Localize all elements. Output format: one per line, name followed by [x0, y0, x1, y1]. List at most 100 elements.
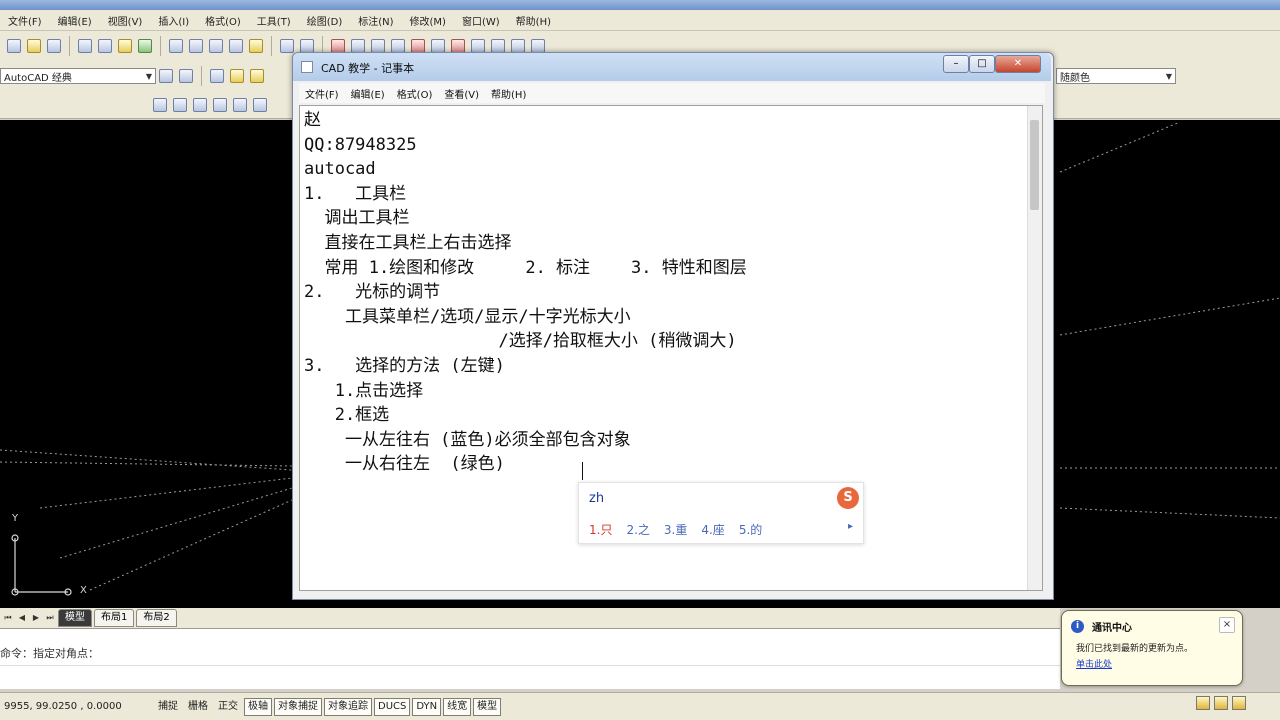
maximize-button[interactable]: □ [969, 55, 995, 73]
radius-dimension-icon[interactable] [233, 97, 247, 112]
acad-menu-edit[interactable]: 编辑(E) [50, 13, 100, 28]
sheet-set-icon[interactable] [471, 39, 485, 53]
workspace-settings-icon[interactable] [159, 69, 173, 83]
ucs-x-label: X [80, 585, 87, 596]
ime-candidate[interactable]: 3.重 [664, 521, 687, 538]
notepad-title-bar[interactable]: CAD 教学 - 记事本 – □ ✕ [293, 53, 1051, 81]
zoom-realtime-icon[interactable] [351, 39, 365, 53]
model-space-toggle[interactable]: 模型 [473, 697, 502, 716]
design-center-icon[interactable] [431, 39, 445, 53]
close-button[interactable]: ✕ [995, 55, 1041, 73]
ortho-toggle[interactable]: 正交 [214, 698, 242, 716]
acad-menu-tools[interactable]: 工具(T) [249, 13, 299, 28]
info-icon: i [1071, 620, 1084, 633]
grid-toggle[interactable]: 栅格 [184, 698, 212, 716]
balloon-message: 我们已找到最新的更新为点。 [1076, 644, 1194, 654]
close-icon[interactable]: × [1219, 617, 1235, 633]
notepad-menu-edit[interactable]: 编辑(E) [345, 86, 391, 101]
arc-length-icon[interactable] [193, 97, 207, 112]
drawing-line [1059, 121, 1181, 173]
redo-icon[interactable] [300, 39, 314, 53]
ucs-y-label: Y [12, 513, 19, 524]
match-properties-icon[interactable] [229, 39, 243, 53]
layer-freeze-icon[interactable] [250, 69, 264, 83]
vertical-scrollbar[interactable] [1027, 106, 1042, 590]
cut-icon[interactable] [169, 39, 183, 53]
tool-palettes-icon[interactable] [451, 39, 465, 53]
acad-menu-view[interactable]: 视图(V) [100, 13, 151, 28]
otrack-toggle[interactable]: 对象追踪 [324, 697, 372, 716]
osnap-toggle[interactable]: 对象捕捉 [274, 697, 322, 716]
workspace-save-icon[interactable] [179, 69, 193, 83]
save-icon[interactable] [47, 39, 61, 53]
chevron-down-icon: ▼ [1165, 71, 1172, 81]
open-file-icon[interactable] [27, 39, 41, 53]
ime-candidate-list: 1.只 2.之 3.重 4.座 5.的 [589, 521, 762, 538]
notepad-menu-file[interactable]: 文件(F) [299, 86, 345, 101]
lock-icon[interactable] [1214, 696, 1228, 710]
acad-menu-format[interactable]: 格式(O) [197, 13, 249, 28]
balloon-link[interactable]: 单击此处 [1076, 657, 1112, 670]
minimize-button[interactable]: – [943, 55, 969, 73]
zoom-previous-icon[interactable] [391, 39, 405, 53]
dyn-toggle[interactable]: DYN [412, 697, 442, 716]
acad-menu-help[interactable]: 帮助(H) [508, 13, 559, 28]
notepad-menu-view[interactable]: 查看(V) [438, 86, 485, 101]
balloon-title: 通讯中心 [1092, 623, 1132, 634]
command-input[interactable] [0, 665, 1060, 684]
copy-icon[interactable] [189, 39, 203, 53]
tab-layout2[interactable]: 布局2 [136, 609, 177, 627]
paste-icon[interactable] [209, 39, 223, 53]
ucs-icon [11, 534, 72, 596]
tab-layout1[interactable]: 布局1 [94, 609, 135, 627]
warning-icon[interactable] [1196, 696, 1210, 710]
help-icon[interactable] [531, 39, 545, 53]
acad-menu-file[interactable]: 文件(F) [0, 13, 50, 28]
tab-model[interactable]: 模型 [58, 609, 92, 627]
properties-icon[interactable] [411, 39, 425, 53]
lineweight-toggle[interactable]: 线宽 [443, 697, 472, 716]
acad-menu-insert[interactable]: 插入(I) [150, 13, 197, 28]
layer-manager-icon[interactable] [210, 69, 224, 83]
calculator-icon[interactable] [511, 39, 525, 53]
notepad-menu-help[interactable]: 帮助(H) [485, 86, 532, 101]
acad-menu-window[interactable]: 窗口(W) [454, 13, 508, 28]
layer-on-icon[interactable] [230, 69, 244, 83]
snap-toggle[interactable]: 捕捉 [154, 698, 182, 716]
last-tab-icon[interactable]: ⏭ [44, 612, 56, 624]
ime-candidate[interactable]: 2.之 [626, 521, 649, 538]
ime-candidate[interactable]: 1.只 [589, 521, 612, 538]
block-editor-icon[interactable] [249, 39, 263, 53]
publish-icon[interactable] [118, 39, 132, 53]
next-page-icon[interactable]: ▸ [848, 521, 853, 532]
prev-tab-icon[interactable]: ◀ [16, 612, 28, 624]
angular-dimension-icon[interactable] [253, 97, 267, 112]
acad-menu-modify[interactable]: 修改(M) [402, 13, 454, 28]
notepad-menu-format[interactable]: 格式(O) [391, 86, 439, 101]
markup-icon[interactable] [491, 39, 505, 53]
aligned-dimension-icon[interactable] [173, 97, 187, 112]
zoom-window-icon[interactable] [371, 39, 385, 53]
notepad-menu-bar: 文件(F) 编辑(E) 格式(O) 查看(V) 帮助(H) [299, 83, 1045, 103]
linear-dimension-icon[interactable] [153, 97, 167, 112]
workspace-combo[interactable]: AutoCAD 经典 ▼ [0, 68, 156, 84]
polar-toggle[interactable]: 极轴 [244, 697, 272, 716]
color-combo[interactable]: 随颜色 ▼ [1056, 68, 1176, 84]
scrollbar-thumb[interactable] [1030, 120, 1039, 210]
undo-icon[interactable] [280, 39, 294, 53]
ime-candidate[interactable]: 4.座 [701, 521, 724, 538]
acad-menu-dimension[interactable]: 标注(N) [350, 13, 401, 28]
acad-menu-draw[interactable]: 绘图(D) [299, 13, 351, 28]
etransmit-icon[interactable] [138, 39, 152, 53]
communication-center-icon[interactable] [1232, 696, 1246, 710]
ime-candidate[interactable]: 5.的 [739, 521, 762, 538]
ordinate-dimension-icon[interactable] [213, 97, 227, 112]
new-file-icon[interactable] [7, 39, 21, 53]
print-preview-icon[interactable] [98, 39, 112, 53]
ducs-toggle[interactable]: DUCS [374, 697, 411, 716]
print-icon[interactable] [78, 39, 92, 53]
first-tab-icon[interactable]: ⏮ [2, 612, 14, 624]
next-tab-icon[interactable]: ▶ [30, 612, 42, 624]
drawing-line [39, 477, 293, 509]
pan-icon[interactable] [331, 39, 345, 53]
